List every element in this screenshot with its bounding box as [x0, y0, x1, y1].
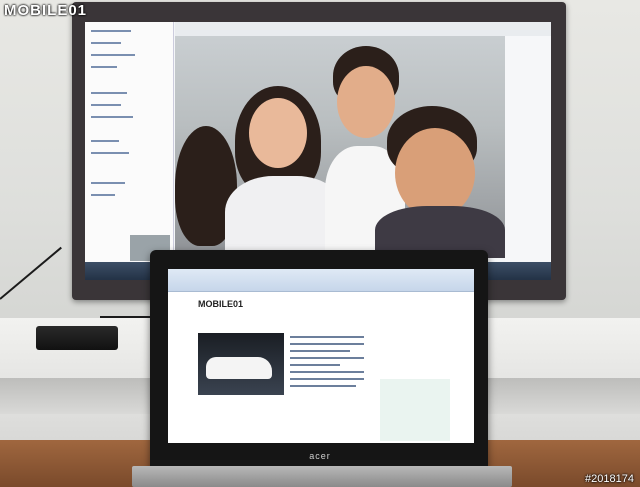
laptop-screen: MOBILE01	[168, 269, 474, 443]
photo-id: #2018174	[585, 473, 634, 485]
wireless-display-receiver	[36, 326, 118, 350]
watermark-logo: MOBILE01	[4, 2, 88, 19]
laptop-keyboard-base	[132, 466, 512, 487]
chat-sidebar	[85, 22, 174, 262]
video-call-feed	[175, 36, 505, 258]
site-logo: MOBILE01	[198, 299, 244, 309]
laptop-brand-logo: acer	[309, 451, 331, 461]
laptop: MOBILE01 acer	[150, 250, 488, 472]
browser-toolbar	[168, 269, 474, 292]
advertisement	[380, 379, 450, 441]
video-call-titlebar	[175, 22, 551, 36]
news-list	[290, 331, 364, 392]
chat-panel	[505, 36, 551, 262]
tv-screen	[85, 22, 551, 280]
car-image	[198, 333, 284, 395]
